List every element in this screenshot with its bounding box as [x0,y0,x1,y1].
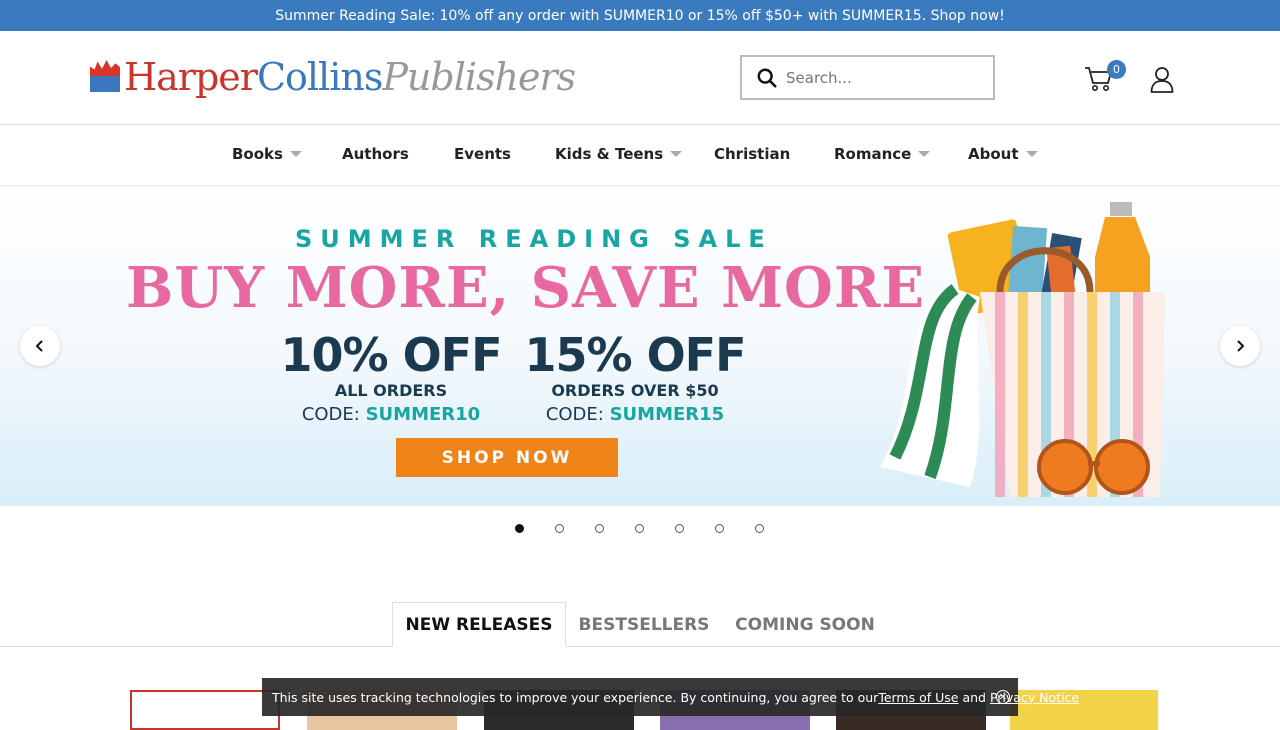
cookie-and-text: and [958,689,990,705]
chevron-down-icon [1025,151,1038,157]
nav-item-kids-teens[interactable]: Kids & Teens [555,145,683,163]
nav-item-christian[interactable]: Christian [714,145,790,163]
carousel-next-button[interactable] [1220,326,1260,366]
hero-carousel-slide[interactable]: SUMMER READING SALE BUY MORE, SAVE MORE … [0,187,1280,506]
carousel-dot[interactable] [675,524,684,533]
nav-label: Christian [714,145,791,163]
nav-item-events[interactable]: Events [454,145,511,163]
nav-item-authors[interactable]: Authors [342,145,409,163]
offer-percent: 15% OFF [524,328,746,382]
nav-label: Books [232,145,283,163]
offer-code: CODE: SUMMER15 [545,404,725,425]
offer-percent: 10% OFF [280,328,502,382]
tab-new-releases[interactable]: NEW RELEASES [392,602,566,647]
cart-count-badge: 0 [1107,60,1126,79]
offer-10-percent: 10% OFF ALL ORDERS CODE: SUMMER10 [276,330,506,428]
logo-word-publishers: Publishers [382,55,576,99]
nav-label: Events [454,145,511,163]
chevron-down-icon [670,151,683,157]
book-cover[interactable] [130,690,280,730]
nav-label: Authors [342,145,409,163]
search-input[interactable] [786,68,976,87]
offer-code: CODE: SUMMER10 [301,404,481,425]
nav-item-books[interactable]: Books [232,145,302,163]
search-icon[interactable] [756,67,778,89]
chevron-down-icon [918,151,931,157]
carousel-dot[interactable] [715,524,724,533]
carousel-dot[interactable] [595,524,604,533]
carousel-dot[interactable] [555,524,564,533]
close-icon[interactable]: ✕ [996,690,1010,704]
cookie-text: This site uses tracking technologies to … [272,689,879,705]
tab-coming-soon[interactable]: COMING SOON [724,602,886,647]
chevron-down-icon [289,151,302,157]
nav-label: About [968,145,1019,163]
chevron-left-icon [35,340,43,352]
carousel-dot[interactable] [755,524,764,533]
logo-flame-icon [90,60,120,94]
carousel-dot[interactable] [515,524,524,533]
site-header: Harper Collins Publishers 0 [0,31,1280,125]
harpercollins-logo[interactable]: Harper Collins Publishers [90,53,576,101]
hero-kicker: SUMMER READING SALE [295,225,773,253]
offer-condition: ALL ORDERS [334,381,448,400]
offer-condition: ORDERS OVER $50 [551,381,719,400]
logo-word-harper: Harper [124,55,258,99]
search-box[interactable] [740,55,995,100]
nav-label: Kids & Teens [555,145,664,163]
chevron-right-icon [1237,340,1245,352]
terms-of-use-link[interactable]: Terms of Use [878,690,958,705]
nav-label: Romance [834,145,912,163]
promo-banner[interactable]: Summer Reading Sale: 10% off any order w… [0,0,1280,31]
carousel-dot[interactable] [635,524,644,533]
beach-bag-illustration [880,202,1165,497]
promo-text[interactable]: Summer Reading Sale: 10% off any order w… [275,8,1005,24]
account-icon[interactable] [1150,65,1174,93]
logo-word-collins: Collins [256,55,383,99]
tab-bestsellers[interactable]: BESTSELLERS [570,602,718,647]
offer-15-percent: 15% OFF ORDERS OVER $50 CODE: SUMMER15 [515,330,755,428]
shop-now-button[interactable]: SHOP NOW [396,438,618,477]
carousel-dots [0,524,1280,534]
carousel-prev-button[interactable] [20,326,60,366]
nav-item-romance[interactable]: Romance [834,145,931,163]
cookie-notice: This site uses tracking technologies to … [262,678,1079,716]
nav-item-about[interactable]: About [968,145,1038,163]
main-nav: Books Authors Events Kids & Teens Christ… [0,125,1280,186]
hero-headline: BUY MORE, SAVE MORE [126,255,926,321]
